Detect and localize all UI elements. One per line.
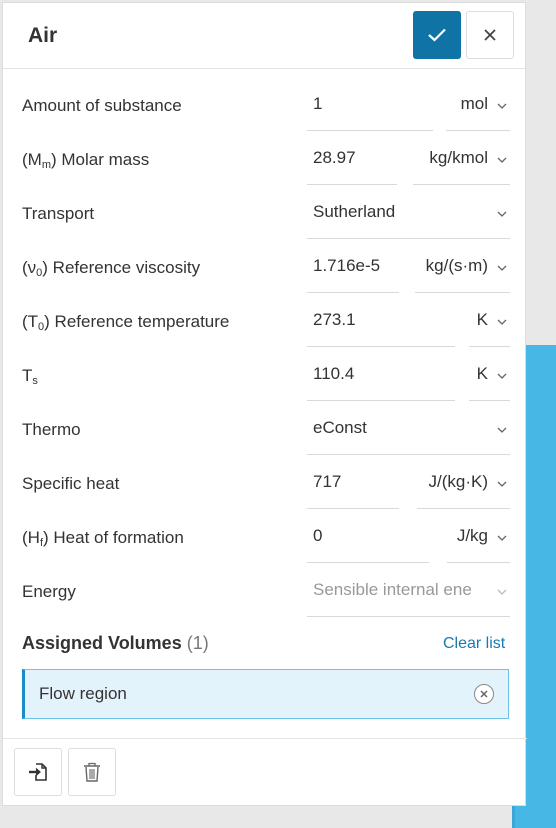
property-row-reference-temperature: (T0) Reference temperature 273.1 K <box>3 295 527 349</box>
import-button[interactable] <box>14 748 62 796</box>
chevron-down-icon <box>497 535 507 541</box>
panel-header: Air <box>3 3 525 69</box>
delete-button[interactable] <box>68 748 116 796</box>
assigned-volumes-heading: Assigned Volumes (1) <box>22 633 209 654</box>
select-value: Sutherland <box>313 202 396 221</box>
property-row-energy: Energy Sensible internal ene <box>3 565 527 619</box>
property-row-transport: Transport Sutherland <box>3 187 527 241</box>
unit-label: kg/kmol <box>429 148 488 167</box>
amount-unit-select[interactable]: mol <box>446 79 510 131</box>
sutherland-temperature-input[interactable]: 110.4 <box>307 349 455 401</box>
close-icon <box>484 29 496 41</box>
unit-label: mol <box>460 94 488 113</box>
select-value: Sensible internal ene <box>313 580 472 599</box>
specific-heat-unit-select[interactable]: J/(kg·K) <box>417 457 510 509</box>
property-label: (ν0) Reference viscosity <box>22 258 201 279</box>
close-icon <box>480 690 488 698</box>
assigned-volumes-count: (1) <box>186 633 209 653</box>
unit-label: K <box>476 310 488 329</box>
property-label: Thermo <box>22 420 81 439</box>
property-list: Amount of substance 1 mol (Mm) Molar mas… <box>3 79 527 619</box>
chevron-down-icon <box>497 589 507 595</box>
property-label: Energy <box>22 582 76 601</box>
property-label: Amount of substance <box>22 96 182 115</box>
chevron-down-icon <box>497 427 507 433</box>
clear-list-link[interactable]: Clear list <box>443 635 505 653</box>
thermo-select[interactable]: eConst <box>307 403 510 455</box>
viscosity-unit-select[interactable]: kg/(s·m) <box>415 241 510 293</box>
chevron-down-icon <box>497 211 507 217</box>
heat-of-formation-unit-select[interactable]: J/kg <box>447 511 510 563</box>
heat-of-formation-input[interactable]: 0 <box>307 511 429 563</box>
reference-viscosity-input[interactable]: 1.716e-5 <box>307 241 399 293</box>
select-value: eConst <box>313 418 367 437</box>
assigned-volume-label: Flow region <box>39 684 127 703</box>
temperature-unit-select[interactable]: K <box>469 295 510 347</box>
material-panel: Air Amount of substance 1 mol (Mm) Molar… <box>2 2 527 806</box>
property-row-reference-viscosity: (ν0) Reference viscosity 1.716e-5 kg/(s·… <box>3 241 527 295</box>
property-label: (Hf) Heat of formation <box>22 528 184 549</box>
footer-divider <box>3 738 527 739</box>
chevron-down-icon <box>497 481 507 487</box>
chevron-down-icon <box>497 373 507 379</box>
remove-volume-button[interactable] <box>474 684 494 704</box>
unit-label: kg/(s·m) <box>425 256 488 275</box>
panel-title: Air <box>28 23 58 47</box>
amount-input[interactable]: 1 <box>307 79 433 131</box>
chevron-down-icon <box>497 265 507 271</box>
chevron-down-icon <box>497 157 507 163</box>
molar-mass-input[interactable]: 28.97 <box>307 133 397 185</box>
close-button[interactable] <box>466 11 514 59</box>
property-row-heat-of-formation: (Hf) Heat of formation 0 J/kg <box>3 511 527 565</box>
property-label: Transport <box>22 204 95 223</box>
property-row-molar-mass: (Mm) Molar mass 28.97 kg/kmol <box>3 133 527 187</box>
assigned-volumes-title: Assigned Volumes <box>22 633 182 653</box>
unit-label: J/(kg·K) <box>428 472 489 491</box>
property-row-sutherland-temperature: Ts 110.4 K <box>3 349 527 403</box>
reference-temperature-input[interactable]: 273.1 <box>307 295 455 347</box>
molar-mass-unit-select[interactable]: kg/kmol <box>413 133 510 185</box>
property-label: (Mm) Molar mass <box>22 150 150 171</box>
unit-label: K <box>476 364 488 383</box>
check-icon <box>428 28 446 42</box>
property-row-amount: Amount of substance 1 mol <box>3 79 527 133</box>
energy-select: Sensible internal ene <box>307 565 510 617</box>
sutherland-unit-select[interactable]: K <box>469 349 510 401</box>
chevron-down-icon <box>497 319 507 325</box>
import-icon <box>29 763 47 781</box>
confirm-button[interactable] <box>413 11 461 59</box>
unit-label: J/kg <box>456 526 488 545</box>
transport-select[interactable]: Sutherland <box>307 187 510 239</box>
property-label: (T0) Reference temperature <box>22 312 230 333</box>
assigned-volume-item[interactable]: Flow region <box>22 669 509 719</box>
property-label: Ts <box>22 366 38 387</box>
property-row-specific-heat: Specific heat 717 J/(kg·K) <box>3 457 527 511</box>
trash-icon <box>84 762 100 782</box>
specific-heat-input[interactable]: 717 <box>307 457 399 509</box>
chevron-down-icon <box>497 103 507 109</box>
property-label: Specific heat <box>22 474 120 493</box>
property-row-thermo: Thermo eConst <box>3 403 527 457</box>
